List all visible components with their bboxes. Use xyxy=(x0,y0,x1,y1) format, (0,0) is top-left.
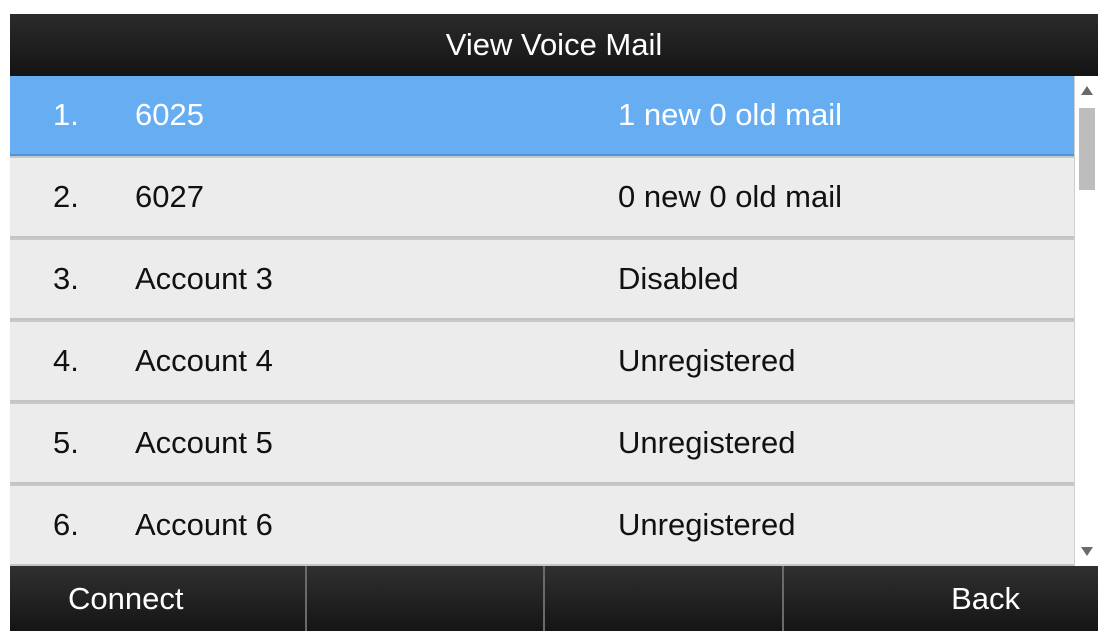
account-row-1[interactable]: 1. 6025 1 new 0 old mail xyxy=(10,76,1074,156)
account-name: 6025 xyxy=(135,97,204,132)
account-row-3[interactable]: 3. Account 3 Disabled xyxy=(10,240,1074,320)
mail-status: 0 new 0 old mail xyxy=(618,179,843,214)
softkey-label: Connect xyxy=(68,580,184,616)
mail-status: 1 new 0 old mail xyxy=(618,97,843,132)
account-name: Account 5 xyxy=(135,425,273,460)
scroll-up-arrow-icon[interactable] xyxy=(1081,86,1093,95)
softkey-label: Back xyxy=(951,580,1020,616)
empty-softkey-2[interactable] xyxy=(307,566,545,631)
screen-title: View Voice Mail xyxy=(445,27,663,62)
account-row-4[interactable]: 4. Account 4 Unregistered xyxy=(10,322,1074,402)
empty-softkey-3[interactable] xyxy=(545,566,784,631)
connect-softkey[interactable]: Connect xyxy=(10,566,307,631)
row-number: 3. xyxy=(53,261,79,296)
account-name: Account 6 xyxy=(135,507,273,542)
row-number: 1. xyxy=(53,97,79,132)
mail-status: Unregistered xyxy=(618,507,796,542)
title-bar: View Voice Mail xyxy=(10,14,1098,76)
mail-status: Unregistered xyxy=(618,343,796,378)
mail-status: Disabled xyxy=(618,261,739,296)
account-row-2[interactable]: 2. 6027 0 new 0 old mail xyxy=(10,158,1074,238)
scrollbar[interactable] xyxy=(1074,76,1098,566)
mail-status: Unregistered xyxy=(618,425,796,460)
row-number: 6. xyxy=(53,507,79,542)
row-number: 4. xyxy=(53,343,79,378)
row-number: 5. xyxy=(53,425,79,460)
back-softkey[interactable]: Back xyxy=(784,566,1098,631)
account-row-6[interactable]: 6. Account 6 Unregistered xyxy=(10,486,1074,566)
account-name: Account 3 xyxy=(135,261,273,296)
phone-screen: View Voice Mail 1. 6025 1 new 0 old mail… xyxy=(10,14,1098,631)
account-name: Account 4 xyxy=(135,343,273,378)
row-number: 2. xyxy=(53,179,79,214)
scroll-down-arrow-icon[interactable] xyxy=(1081,547,1093,556)
account-name: 6027 xyxy=(135,179,204,214)
account-row-5[interactable]: 5. Account 5 Unregistered xyxy=(10,404,1074,484)
scroll-thumb[interactable] xyxy=(1079,108,1095,190)
softkey-bar: Connect Back xyxy=(10,566,1098,631)
account-list: 1. 6025 1 new 0 old mail 2. 6027 0 new 0… xyxy=(10,76,1074,566)
